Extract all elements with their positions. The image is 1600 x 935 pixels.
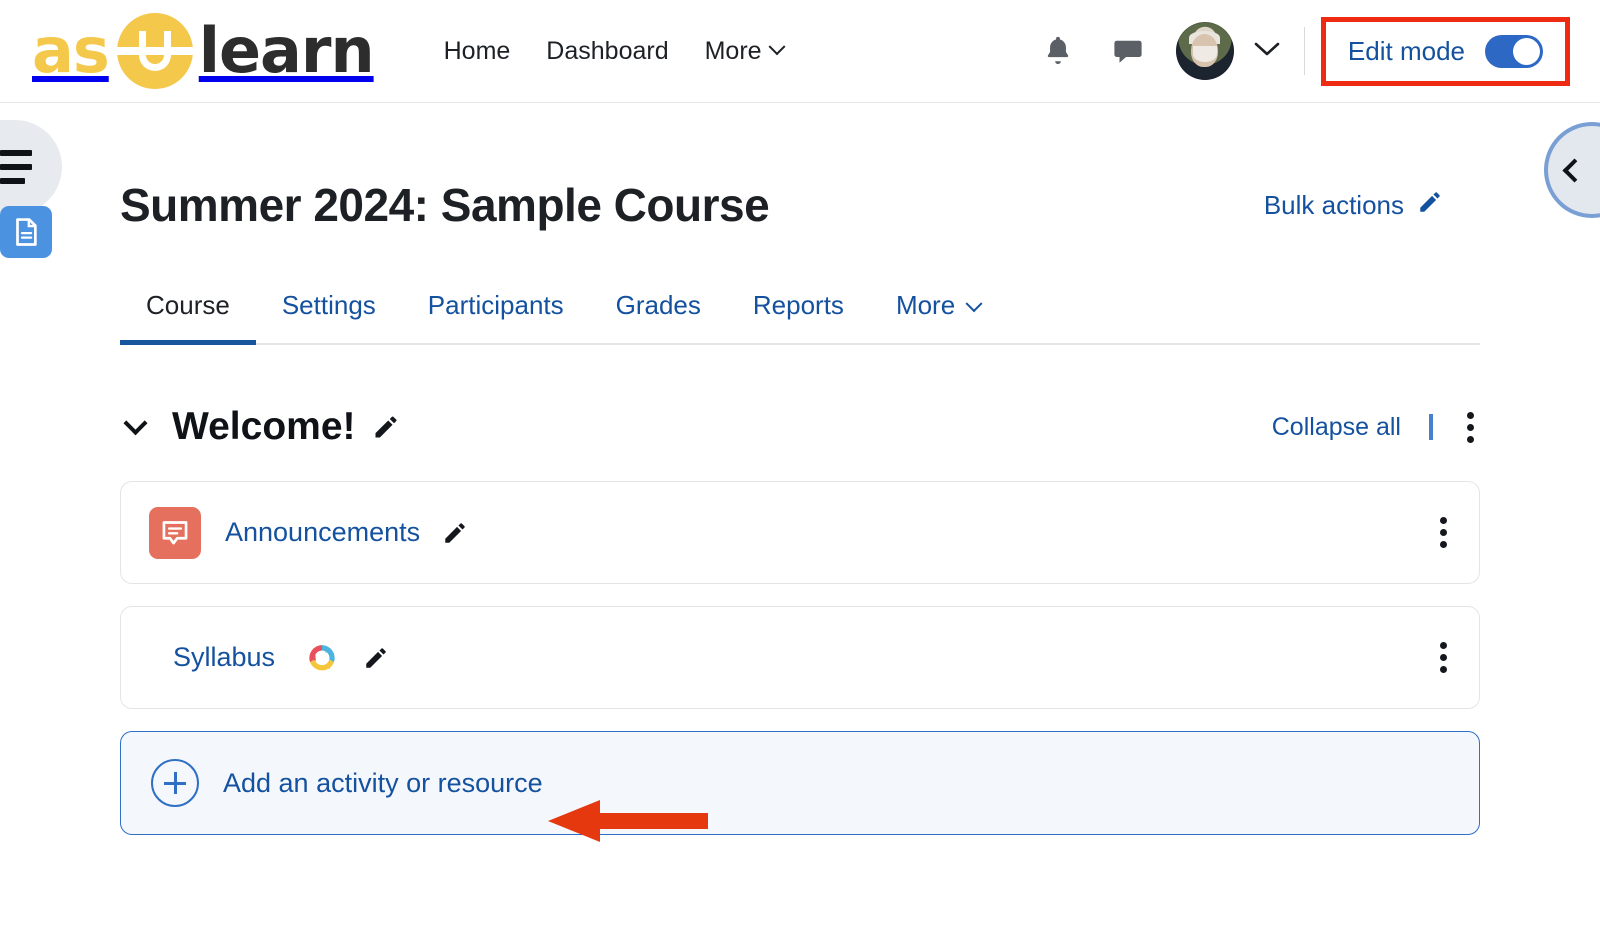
brand-logo[interactable]: as learn bbox=[32, 0, 375, 102]
activity-item-syllabus[interactable]: Syllabus bbox=[0, 206, 1480, 709]
add-activity-label: Add an activity or resource bbox=[223, 767, 543, 798]
activity-rename-pencil-icon[interactable] bbox=[442, 520, 468, 546]
bell-icon[interactable] bbox=[1036, 29, 1080, 73]
nav-item-dashboard[interactable]: Dashboard bbox=[546, 37, 668, 66]
avatar[interactable] bbox=[1175, 22, 1234, 80]
section-actions: Collapse all bbox=[1272, 406, 1480, 449]
tab-more[interactable]: More bbox=[870, 290, 1006, 343]
tab-reports-label: Reports bbox=[752, 290, 844, 320]
tab-course-label: Course bbox=[146, 290, 230, 320]
pencil-icon bbox=[1417, 189, 1443, 222]
tab-grades-label: Grades bbox=[615, 290, 701, 320]
tab-settings[interactable]: Settings bbox=[256, 290, 402, 343]
edit-mode-toggle[interactable]: Edit mode bbox=[1320, 16, 1570, 86]
tab-more-label: More bbox=[895, 290, 956, 320]
navbar-divider bbox=[1303, 27, 1305, 75]
tab-reports[interactable]: Reports bbox=[727, 290, 870, 343]
forum-icon bbox=[149, 506, 201, 559]
course-tabs: Course Settings Participants Grades Repo… bbox=[120, 290, 1480, 345]
add-activity-or-resource-button[interactable]: Add an activity or resource bbox=[120, 731, 1480, 835]
activity-name-announcements[interactable]: Announcements bbox=[225, 517, 420, 548]
appstate-u-logo-icon bbox=[112, 9, 197, 93]
course-section-welcome: Welcome! Collapse all Announcements Syll… bbox=[0, 206, 1480, 835]
top-navbar: as learn Home Dashboard More Edit mode bbox=[0, 0, 1600, 103]
sync-circle-arrows-icon bbox=[303, 639, 341, 677]
activity-kebab-menu-icon[interactable] bbox=[1434, 636, 1453, 679]
tab-settings-label: Settings bbox=[281, 290, 376, 320]
section-title: Welcome! bbox=[172, 405, 356, 448]
nav-item-dashboard-label: Dashboard bbox=[546, 36, 669, 65]
tab-participants-label: Participants bbox=[427, 290, 564, 320]
section-title-edit-pencil-icon[interactable] bbox=[372, 413, 400, 441]
brand-text-learn: learn bbox=[198, 14, 375, 87]
edit-mode-switch-knob bbox=[1513, 37, 1540, 65]
edit-mode-label: Edit mode bbox=[1347, 35, 1465, 66]
tab-grades[interactable]: Grades bbox=[590, 290, 727, 343]
content-region: Summer 2024: Sample Course Bulk actions … bbox=[0, 103, 1480, 835]
tab-participants[interactable]: Participants bbox=[402, 290, 590, 343]
page-body: Summer 2024: Sample Course Bulk actions … bbox=[0, 103, 1600, 835]
primary-nav: Home Dashboard More bbox=[444, 36, 786, 66]
tab-course[interactable]: Course bbox=[120, 290, 256, 345]
text-cursor-indicator bbox=[1429, 414, 1433, 440]
section-collapse-chevron-down-icon[interactable] bbox=[120, 410, 150, 442]
nav-item-more-label: More bbox=[704, 36, 762, 65]
edit-mode-switch[interactable] bbox=[1485, 34, 1543, 68]
chevron-down-icon bbox=[768, 38, 786, 56]
plus-circle-icon bbox=[151, 759, 199, 807]
page-title: Summer 2024: Sample Course bbox=[120, 179, 770, 231]
section-kebab-menu-icon[interactable] bbox=[1461, 406, 1480, 449]
user-menu-chevron-down-icon[interactable] bbox=[1254, 41, 1280, 62]
navbar-right-cluster: Edit mode bbox=[1036, 0, 1600, 102]
nav-item-home-label: Home bbox=[443, 36, 511, 65]
nav-item-more[interactable]: More bbox=[704, 36, 786, 66]
chevron-down-icon bbox=[965, 295, 983, 313]
activity-kebab-menu-icon[interactable] bbox=[1434, 511, 1453, 554]
page-document-icon bbox=[0, 206, 52, 258]
collapse-all-button[interactable]: Collapse all bbox=[1272, 413, 1401, 442]
activity-list: Announcements Syllabus Add an activity o… bbox=[0, 206, 1480, 835]
chat-bubble-icon[interactable] bbox=[1106, 29, 1150, 73]
brand-text-as: as bbox=[32, 14, 110, 87]
bulk-actions-button[interactable]: Bulk actions bbox=[1264, 189, 1443, 222]
nav-item-home[interactable]: Home bbox=[444, 37, 511, 66]
activity-item-announcements[interactable]: Announcements bbox=[120, 481, 1480, 584]
course-header: Summer 2024: Sample Course Bulk actions bbox=[120, 103, 1480, 232]
section-header: Welcome! Collapse all bbox=[120, 405, 1480, 449]
activity-rename-pencil-icon[interactable] bbox=[363, 645, 389, 671]
activity-name-syllabus[interactable]: Syllabus bbox=[173, 642, 275, 673]
bulk-actions-label: Bulk actions bbox=[1263, 189, 1404, 220]
